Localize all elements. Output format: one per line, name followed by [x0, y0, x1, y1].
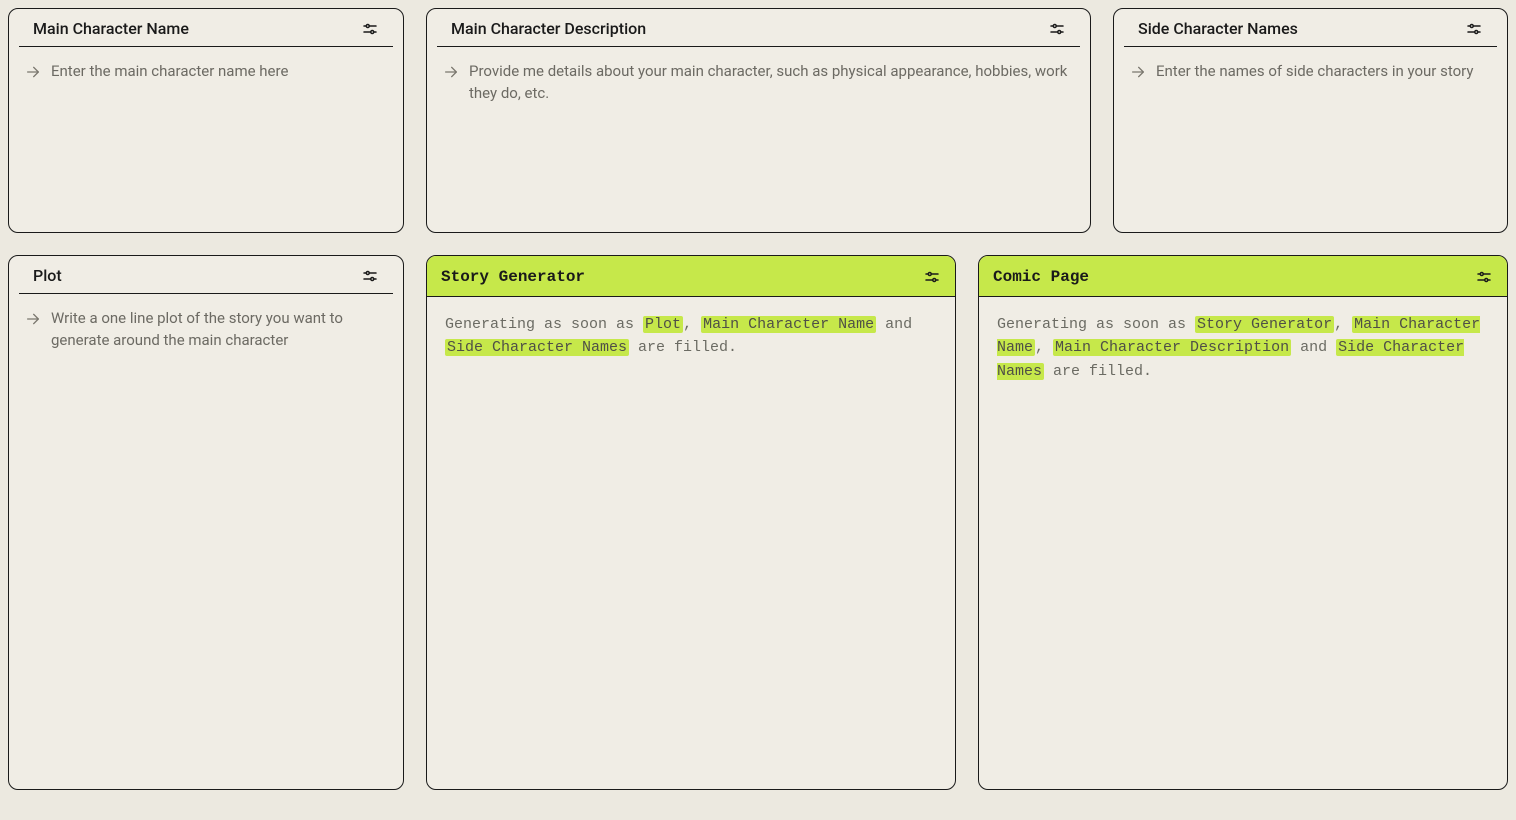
card-title: Main Character Description [451, 19, 646, 38]
dependency-tag: Plot [643, 316, 683, 333]
card-title: Side Character Names [1138, 19, 1298, 38]
status-text: , [1035, 339, 1053, 356]
card-header: Side Character Names [1124, 9, 1497, 47]
main-character-description-card: Main Character Description Provide me de… [426, 8, 1091, 233]
card-header: Main Character Description [437, 9, 1080, 47]
dependency-tag: Main Character Name [701, 316, 876, 333]
settings-icon[interactable] [923, 268, 941, 286]
status-text: are filled. [629, 339, 737, 356]
card-header: Comic Page [979, 256, 1507, 297]
input-placeholder: Provide me details about your main chara… [469, 61, 1074, 105]
arrow-right-icon [1130, 64, 1146, 80]
settings-icon[interactable] [1475, 268, 1493, 286]
status-text: , [1334, 316, 1352, 333]
card-body[interactable]: Write a one line plot of the story you w… [9, 294, 403, 789]
card-title: Comic Page [993, 268, 1089, 286]
card-title: Main Character Name [33, 19, 189, 38]
card-header: Plot [19, 256, 393, 294]
story-generator-card: Story Generator Generating as soon as Pl… [426, 255, 956, 790]
input-placeholder: Write a one line plot of the story you w… [51, 308, 387, 352]
status-text: and [1291, 339, 1336, 356]
arrow-right-icon [25, 64, 41, 80]
dependency-tag: Side Character Names [445, 339, 629, 356]
dependency-tag: Main Character Description [1053, 339, 1291, 356]
card-header: Story Generator [427, 256, 955, 297]
arrow-right-icon [443, 64, 459, 80]
plot-card: Plot Write a one line plot of the story … [8, 255, 404, 790]
bottom-row: Plot Write a one line plot of the story … [8, 255, 1508, 790]
status-text: are filled. [1044, 363, 1152, 380]
card-body[interactable]: Provide me details about your main chara… [427, 47, 1090, 232]
card-title: Plot [33, 266, 62, 285]
input-placeholder: Enter the names of side characters in yo… [1156, 61, 1473, 83]
status-text: , [683, 316, 701, 333]
settings-icon[interactable] [361, 20, 379, 38]
generator-status: Generating as soon as Plot, Main Charact… [427, 297, 955, 376]
card-body[interactable]: Enter the main character name here [9, 47, 403, 232]
generator-status: Generating as soon as Story Generator, M… [979, 297, 1507, 399]
card-title: Story Generator [441, 268, 585, 286]
main-character-name-card: Main Character Name Enter the main chara… [8, 8, 404, 233]
side-character-names-card: Side Character Names Enter the names of … [1113, 8, 1508, 233]
dependency-tag: Story Generator [1195, 316, 1334, 333]
settings-icon[interactable] [1048, 20, 1066, 38]
status-text: Generating as soon as [997, 316, 1195, 333]
card-body[interactable]: Enter the names of side characters in yo… [1114, 47, 1507, 232]
arrow-right-icon [25, 311, 41, 327]
input-placeholder: Enter the main character name here [51, 61, 288, 83]
status-text: and [876, 316, 912, 333]
status-text: Generating as soon as [445, 316, 643, 333]
top-row: Main Character Name Enter the main chara… [8, 8, 1508, 233]
comic-page-card: Comic Page Generating as soon as Story G… [978, 255, 1508, 790]
card-header: Main Character Name [19, 9, 393, 47]
settings-icon[interactable] [361, 267, 379, 285]
settings-icon[interactable] [1465, 20, 1483, 38]
